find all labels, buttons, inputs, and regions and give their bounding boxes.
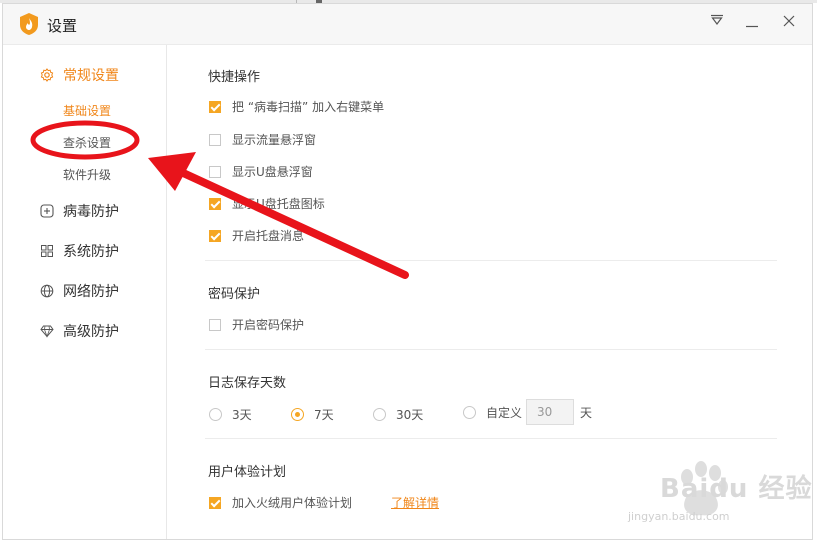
sidebar-item-label: 系统防护 <box>63 244 119 260</box>
sidebar-item-virus-protection[interactable]: 病毒防护 <box>39 201 119 221</box>
radio-button[interactable] <box>463 405 476 419</box>
huorong-logo-icon <box>20 13 38 35</box>
option-password-protect[interactable]: 开启密码保护 <box>209 316 304 333</box>
section-divider <box>205 260 777 261</box>
window-title: 设置 <box>47 17 78 35</box>
section-title-password: 密码保护 <box>208 287 261 302</box>
checkbox[interactable] <box>209 165 221 178</box>
radio-custom-days[interactable]: 自定义 天 <box>463 399 592 425</box>
learn-more-link[interactable]: 了解详情 <box>391 494 439 511</box>
grid-icon <box>39 243 55 259</box>
section-title-ux-plan: 用户体验计划 <box>208 465 287 480</box>
menu-dropdown-button[interactable] <box>707 14 727 34</box>
radio-button[interactable] <box>209 408 222 421</box>
title-bar: 设置 <box>3 4 812 45</box>
watermark-url: jingyan.baidu.com <box>628 510 730 523</box>
radio-label: 自定义 <box>486 405 523 420</box>
checkbox[interactable] <box>209 100 221 113</box>
minimize-button[interactable] <box>742 14 762 34</box>
minimize-icon <box>746 25 758 28</box>
sidebar-item-label: 网络防护 <box>63 284 119 300</box>
subitem-software-upgrade[interactable]: 软件升级 <box>63 166 111 183</box>
sidebar-item-label: 高级防护 <box>63 324 119 340</box>
checkbox[interactable] <box>209 496 221 509</box>
subitem-scan-settings[interactable]: 查杀设置 <box>63 134 111 151</box>
section-title-log-days: 日志保存天数 <box>208 376 287 391</box>
option-label: 显示流量悬浮窗 <box>232 133 317 147</box>
subitem-basic-settings[interactable]: 基础设置 <box>63 102 111 119</box>
sidebar-item-system-protection[interactable]: 系统防护 <box>39 241 119 261</box>
option-traffic-float[interactable]: 显示流量悬浮窗 <box>209 131 316 148</box>
settings-sidebar: 常规设置 基础设置 查杀设置 软件升级 病毒防护 系统防护 网络防护 高级防护 <box>3 45 167 539</box>
option-usb-tray-icon[interactable]: 显示U盘托盘图标 <box>209 195 325 212</box>
option-label: 开启托盘消息 <box>232 229 305 243</box>
section-divider <box>205 349 777 350</box>
gear-icon <box>39 67 55 83</box>
option-usb-float[interactable]: 显示U盘悬浮窗 <box>209 163 313 180</box>
radio-30-days[interactable]: 30天 <box>373 406 423 423</box>
sidebar-item-label: 常规设置 <box>63 68 119 84</box>
radio-button[interactable] <box>373 408 386 421</box>
option-label: 加入火绒用户体验计划 <box>232 496 353 510</box>
radio-button[interactable] <box>291 408 304 421</box>
option-ux-plan[interactable]: 加入火绒用户体验计划 <box>209 494 352 511</box>
checkbox[interactable] <box>209 318 221 331</box>
section-divider <box>205 438 777 439</box>
sidebar-item-network-protection[interactable]: 网络防护 <box>39 281 119 301</box>
close-icon <box>783 15 795 27</box>
plus-square-icon <box>39 203 55 219</box>
dropdown-menu-icon <box>711 14 723 25</box>
radio-7-days[interactable]: 7天 <box>291 406 334 423</box>
close-button[interactable] <box>779 14 799 34</box>
sidebar-item-advanced-protection[interactable]: 高级防护 <box>39 321 119 341</box>
checkbox[interactable] <box>209 133 221 146</box>
radio-label: 3天 <box>232 408 252 422</box>
option-label: 把 “病毒扫描” 加入右键菜单 <box>232 100 385 114</box>
option-label: 开启密码保护 <box>232 318 305 332</box>
sidebar-item-label: 病毒防护 <box>63 204 119 220</box>
watermark-text: Baidu 经验 <box>660 474 813 504</box>
radio-3-days[interactable]: 3天 <box>209 406 252 423</box>
days-unit-label: 天 <box>580 405 593 420</box>
radio-label: 7天 <box>314 408 334 422</box>
sidebar-item-general[interactable]: 常规设置 <box>39 65 119 85</box>
option-label: 显示U盘悬浮窗 <box>232 165 313 179</box>
radio-label: 30天 <box>396 408 424 422</box>
option-tray-messages[interactable]: 开启托盘消息 <box>209 227 304 244</box>
diamond-icon <box>39 323 55 339</box>
checkbox[interactable] <box>209 197 221 210</box>
custom-days-input[interactable] <box>526 399 575 425</box>
section-title-quick-ops: 快捷操作 <box>208 70 261 85</box>
option-add-context-menu[interactable]: 把 “病毒扫描” 加入右键菜单 <box>209 98 384 115</box>
globe-icon <box>39 283 55 299</box>
option-label: 显示U盘托盘图标 <box>232 197 325 211</box>
checkbox[interactable] <box>209 229 221 242</box>
